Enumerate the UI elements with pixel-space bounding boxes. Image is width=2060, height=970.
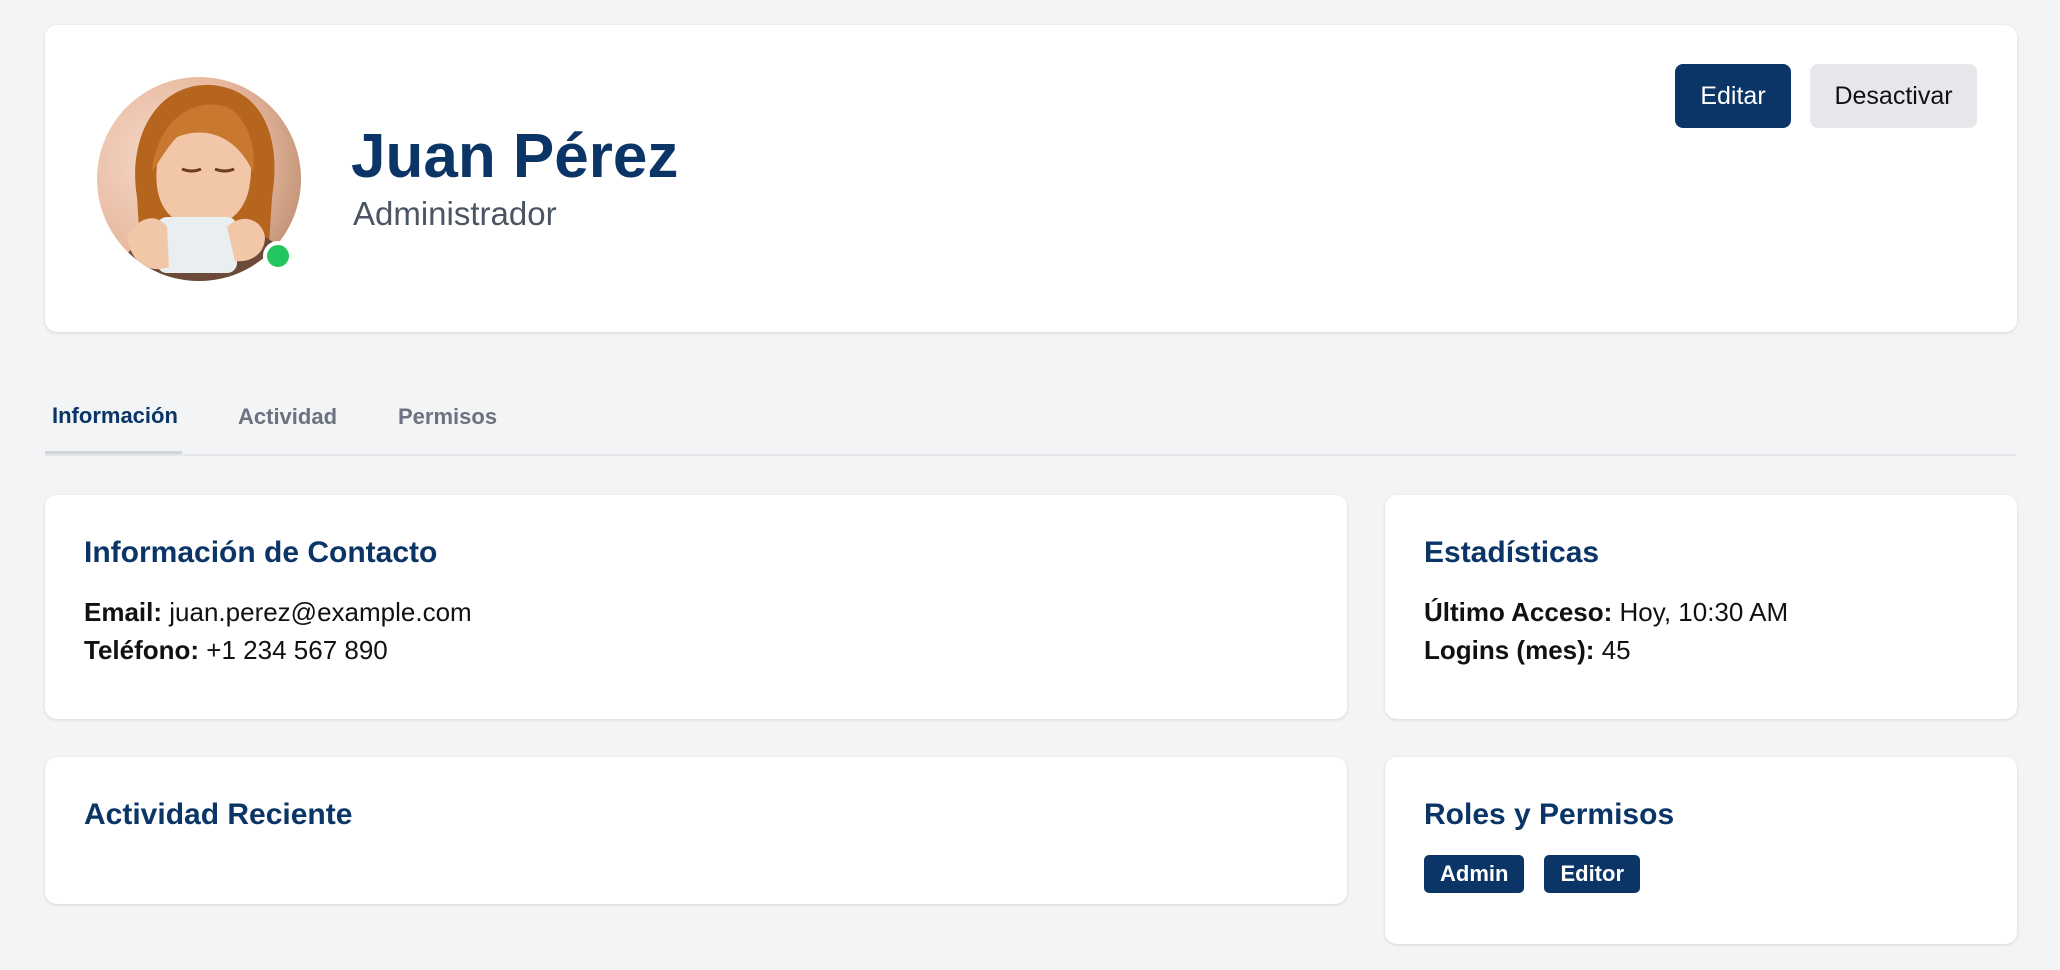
contact-card-title: Información de Contacto bbox=[84, 536, 438, 569]
edit-button[interactable]: Editar bbox=[1675, 64, 1791, 128]
recent-activity-card: Actividad Reciente bbox=[45, 757, 1347, 904]
logins-row: Logins (mes): 45 bbox=[1424, 631, 1978, 669]
tab-informacion[interactable]: Información bbox=[45, 380, 182, 454]
online-status-indicator bbox=[263, 241, 293, 271]
activity-card-title: Actividad Reciente bbox=[84, 798, 353, 831]
tab-actividad[interactable]: Actividad bbox=[238, 380, 337, 454]
role-badge-admin: Admin bbox=[1424, 855, 1525, 893]
stats-card-title: Estadísticas bbox=[1424, 536, 1600, 569]
contact-info-card: Información de Contacto Email: juan.pere… bbox=[45, 495, 1347, 719]
deactivate-button[interactable]: Desactivar bbox=[1810, 64, 1977, 128]
last-access-row: Último Acceso: Hoy, 10:30 AM bbox=[1424, 593, 1978, 631]
logins-label: Logins (mes): bbox=[1424, 635, 1595, 665]
email-row: Email: juan.perez@example.com bbox=[84, 593, 1308, 631]
user-profile-page: Juan Pérez Administrador Editar Desactiv… bbox=[0, 0, 2060, 970]
profile-header-card: Juan Pérez Administrador Editar Desactiv… bbox=[45, 25, 2017, 332]
user-role: Administrador bbox=[353, 195, 557, 232]
stats-card: Estadísticas Último Acceso: Hoy, 10:30 A… bbox=[1385, 495, 2017, 719]
roles-permissions-card: Roles y Permisos Admin Editor bbox=[1385, 757, 2017, 944]
role-badges: Admin Editor bbox=[1424, 855, 1978, 893]
phone-label: Teléfono: bbox=[84, 635, 200, 665]
last-access-label: Último Acceso: bbox=[1424, 597, 1613, 627]
email-value: juan.perez@example.com bbox=[169, 597, 472, 627]
last-access-value: Hoy, 10:30 AM bbox=[1619, 597, 1789, 627]
logins-value: 45 bbox=[1601, 635, 1631, 665]
profile-tabs: Información Actividad Permisos bbox=[45, 380, 2017, 456]
email-label: Email: bbox=[84, 597, 163, 627]
roles-card-title: Roles y Permisos bbox=[1424, 798, 1675, 831]
phone-value: +1 234 567 890 bbox=[206, 635, 388, 665]
phone-row: Teléfono: +1 234 567 890 bbox=[84, 631, 1308, 669]
tab-permisos[interactable]: Permisos bbox=[398, 380, 497, 454]
user-name: Juan Pérez bbox=[351, 122, 679, 191]
role-badge-editor: Editor bbox=[1544, 855, 1641, 893]
